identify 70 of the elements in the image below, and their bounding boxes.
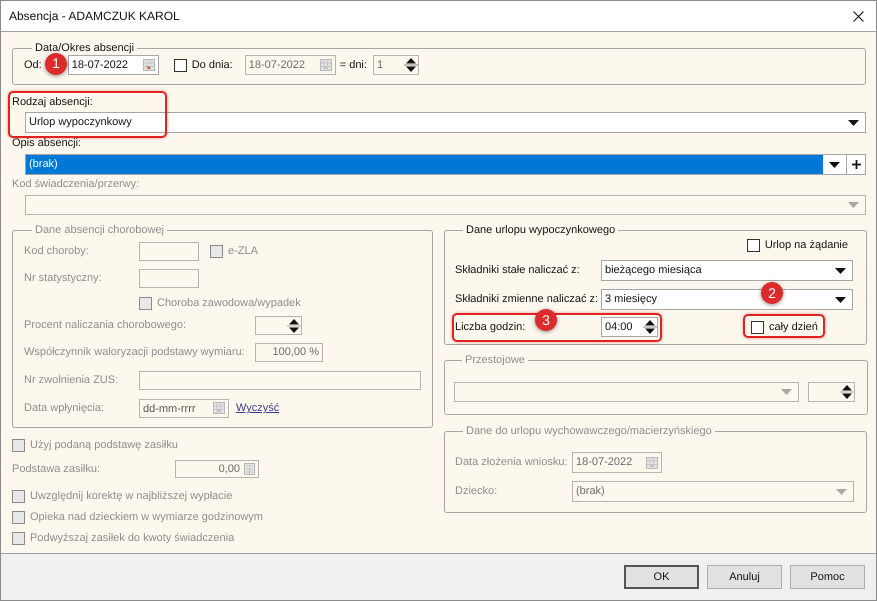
field-label: Od:: [24, 58, 42, 71]
calendar-icon[interactable]: [320, 59, 332, 71]
field-label: Składniki zmienne naliczać z:: [455, 292, 600, 308]
group-title: Przestojowe: [464, 353, 526, 367]
text-field[interactable]: [139, 269, 199, 288]
plus-icon: [852, 160, 860, 169]
date-field[interactable]: 18-07-2022: [244, 55, 336, 75]
spinner-arrows-icon[interactable]: [404, 56, 418, 74]
field-label: Procent naliczania chorobowego:: [24, 318, 188, 334]
field-label: Data wpłynięcia:: [24, 401, 106, 416]
checkbox-label: Opieka nad dzieckiem w wymiarze godzinowym: [30, 510, 263, 525]
checkbox[interactable]: [751, 320, 764, 334]
field-label: Kod choroby:: [24, 244, 90, 260]
field-label: Nr zwolnienia ZUS:: [24, 373, 120, 388]
dropdown[interactable]: Urlop wypoczynkowy: [25, 112, 866, 133]
spinner-arrows-icon[interactable]: [287, 316, 301, 334]
spinner-field[interactable]: 1: [372, 55, 419, 75]
group-title: Dane absencji chorobowej: [34, 223, 166, 237]
dropdown[interactable]: [454, 382, 799, 402]
close-icon[interactable]: [853, 10, 864, 22]
spinner-field[interactable]: [255, 316, 302, 335]
text-field[interactable]: [139, 242, 199, 261]
checkbox[interactable]: [174, 58, 187, 72]
spinner-arrows-icon[interactable]: [840, 383, 854, 401]
field-label: Data złożenia wniosku:: [455, 455, 569, 470]
checkbox-label: Do dnia:: [192, 58, 233, 73]
spinner-field[interactable]: [808, 382, 855, 402]
calendar-icon[interactable]: [646, 456, 658, 468]
dropdown-arrow-icon[interactable]: [829, 162, 840, 168]
group-title: Dane do urlopu wychowawczego/macierzyńskiego: [465, 424, 713, 438]
field-label: Rodzaj absencji:: [12, 95, 94, 109]
dropdown[interactable]: (brak): [25, 154, 847, 175]
checkbox-label: Choroba zawodowa/wypadek: [157, 296, 301, 311]
checkbox[interactable]: [746, 238, 760, 252]
callout-badge: 3: [535, 309, 557, 331]
checkbox-label: Urlop na żądanie: [764, 238, 848, 253]
checkbox-label: Podwyższaj zasiłek do kwoty świadczenia: [30, 530, 234, 546]
calendar-icon[interactable]: [142, 59, 155, 71]
group-title: Dane urlopu wypoczynkowego: [465, 223, 616, 237]
callout-badge: 1: [45, 52, 67, 75]
field-label: Nr statystyczny:: [24, 271, 103, 286]
dropdown-arrow-icon[interactable]: [835, 268, 846, 274]
dropdown[interactable]: bieżącego miesiąca: [601, 260, 853, 281]
dropdown-arrow-icon[interactable]: [835, 296, 846, 302]
checkbox-label: cały dzień: [769, 320, 818, 335]
add-button[interactable]: [847, 154, 866, 175]
field-label: Podstawa zasiłku:: [12, 462, 102, 477]
dialog-button[interactable]: OK: [624, 565, 699, 589]
field-label: Składniki stałe naliczać z:: [455, 263, 581, 278]
dropdown[interactable]: [25, 195, 866, 215]
group-title: Data/Okres absencji: [34, 41, 136, 55]
text-field[interactable]: [139, 371, 421, 390]
field-label: Współczynnik waloryzacji podstawy wymiaru:: [24, 345, 246, 360]
spinner-field[interactable]: 04:00: [601, 317, 658, 337]
spinner-arrows-icon[interactable]: [643, 318, 657, 336]
checkbox-label: e-ZLA: [228, 244, 258, 260]
callout-badge: 2: [761, 282, 783, 304]
dropdown-arrow-icon[interactable]: [848, 120, 859, 126]
field-label: = dni:: [340, 58, 367, 73]
dialog-button[interactable]: Pomoc: [790, 565, 865, 589]
calculator-icon[interactable]: [244, 463, 255, 475]
field-label: Kod świadczenia/przerwy:: [12, 177, 140, 191]
date-field[interactable]: 18-07-2022: [68, 55, 159, 75]
field-label: Liczba godzin:: [455, 320, 526, 335]
dialog-button[interactable]: Anuluj: [707, 565, 782, 589]
field-label: Opis absencji:: [12, 136, 82, 150]
checkbox-label: Uwzględnij korektę w najbliższej wypłacie: [30, 488, 232, 504]
window-title: Absencja - ADAMCZUK KAROL: [9, 8, 180, 25]
checkbox-label: Użyj podaną podstawę zasiłku: [30, 438, 178, 453]
field-label: Dziecko:: [455, 484, 498, 500]
